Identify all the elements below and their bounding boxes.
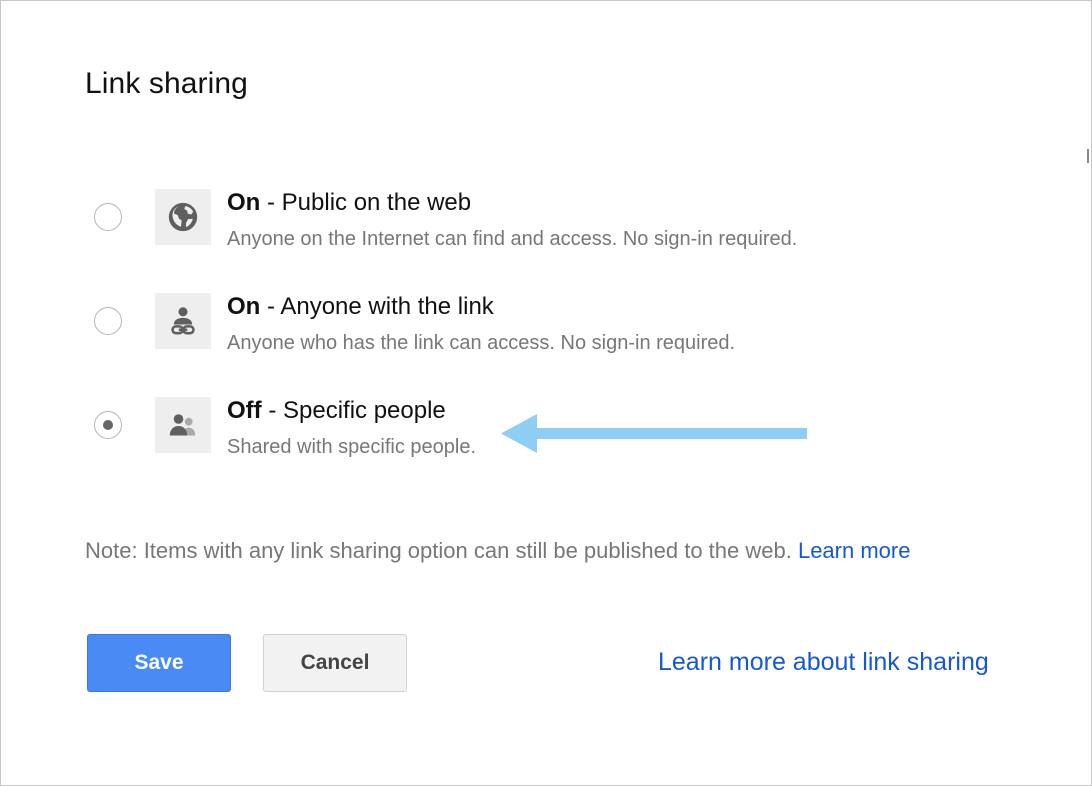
option-title: On - Public on the web: [227, 189, 471, 217]
note-text: Note: Items with any link sharing option…: [85, 538, 910, 564]
save-button[interactable]: Save: [87, 634, 231, 692]
option-separator: -: [261, 397, 283, 424]
radio-specific-people[interactable]: [94, 411, 122, 439]
left-arrow-icon: [501, 414, 807, 453]
person-link-icon: [155, 293, 211, 349]
option-label: Anyone with the link: [280, 293, 494, 320]
radio-anyone-with-link[interactable]: [94, 307, 122, 335]
option-description: Shared with specific people.: [227, 436, 477, 458]
scrollbar-tick: [1087, 149, 1089, 163]
option-public-on-web[interactable]: On - Public on the web Anyone on the Int…: [1, 189, 1091, 259]
cancel-button[interactable]: Cancel: [263, 634, 407, 692]
option-anyone-with-link[interactable]: On - Anyone with the link Anyone who has…: [1, 293, 1091, 363]
option-state: On: [227, 189, 261, 216]
radio-public-on-web[interactable]: [94, 203, 122, 231]
option-state: On: [227, 293, 261, 320]
dialog-title: Link sharing: [85, 67, 248, 100]
option-label: Public on the web: [281, 189, 472, 216]
option-description: Anyone who has the link can access. No s…: [227, 332, 736, 354]
people-icon: [155, 397, 211, 453]
option-separator: -: [260, 293, 281, 320]
option-title: On - Anyone with the link: [227, 293, 494, 321]
note-body: Note: Items with any link sharing option…: [85, 538, 798, 563]
note-learn-more-link[interactable]: Learn more: [798, 538, 911, 563]
option-state: Off: [227, 397, 262, 424]
link-sharing-dialog: Link sharing On - Public on the web Anyo…: [0, 0, 1092, 786]
learn-more-about-link-sharing-link[interactable]: Learn more about link sharing: [658, 648, 989, 677]
option-description: Anyone on the Internet can find and acce…: [227, 228, 798, 250]
option-separator: -: [260, 189, 282, 216]
option-title: Off - Specific people: [227, 397, 446, 425]
option-label: Specific people: [282, 397, 446, 424]
globe-icon: [155, 189, 211, 245]
